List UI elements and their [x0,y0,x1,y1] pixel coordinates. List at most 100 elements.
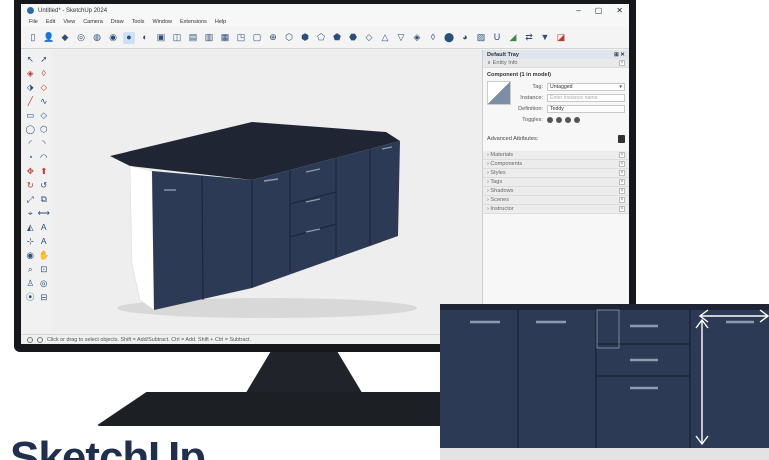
close-panel-icon[interactable]: × [619,170,625,176]
lasso-tool-icon[interactable]: ➚ [38,52,51,66]
scale-tool-icon[interactable]: ⤢ [24,192,37,206]
arc3-tool-icon[interactable]: ◠ [38,150,51,164]
entity-info-header[interactable]: ∨ Entity Info × [483,59,629,68]
credit-icon[interactable] [37,336,43,343]
tray-panel-styles[interactable]: › Styles × [483,169,629,178]
outer-shell-icon[interactable]: ⬡ [283,32,295,44]
pan-icon[interactable]: ◍ [91,32,103,44]
close-panel-icon[interactable]: × [619,179,625,185]
lock-toggle-icon[interactable] [556,116,562,123]
circle-tool-icon[interactable]: ◯ [24,122,37,136]
layout-icon[interactable]: ◢ [507,32,519,44]
close-panel-icon[interactable]: × [619,60,625,66]
menu-item-window[interactable]: Window [152,19,172,25]
send-icon[interactable]: ⇄ [523,32,535,44]
rotated-rect-icon[interactable]: ◇ [38,108,51,122]
subtract-icon[interactable]: ⬟ [331,32,343,44]
select-icon[interactable]: ◆ [59,32,71,44]
section-plane-icon[interactable]: ⊟ [38,290,51,304]
instance-input[interactable]: Enter instance name [547,93,625,102]
style-xray-icon[interactable]: ◐ [139,32,151,44]
shadow-cast-toggle-icon[interactable] [565,116,571,123]
maximize-button[interactable]: ▢ [595,6,603,15]
freehand-icon[interactable]: ∿ [38,94,51,108]
solid-tools-icon[interactable]: ⬤ [443,32,455,44]
account-icon[interactable]: 👤 [43,32,55,44]
shadow-receive-toggle-icon[interactable] [574,116,580,123]
paint-bucket-icon[interactable]: ◈ [24,66,37,80]
drape-icon[interactable]: ◊ [427,32,439,44]
close-panel-icon[interactable]: × [619,197,625,203]
3d-viewport[interactable] [52,50,482,333]
3dtext-tool-icon[interactable]: A [38,234,51,248]
tag-tool-icon[interactable]: ⬗ [24,80,37,94]
iso-view-icon[interactable]: ▣ [155,32,167,44]
bottom-view-icon[interactable]: ▢ [251,32,263,44]
menu-item-view[interactable]: View [63,19,75,25]
orbit-tool-icon[interactable]: ◉ [24,248,37,262]
menu-item-camera[interactable]: Camera [83,19,103,25]
back-view-icon[interactable]: ▦ [219,32,231,44]
zoom-tool-icon[interactable]: ⌕ [24,262,37,276]
close-panel-icon[interactable]: × [619,188,625,194]
trim-icon[interactable]: ⬣ [347,32,359,44]
lock-icon[interactable] [618,135,625,143]
top-view-icon[interactable]: ◫ [171,32,183,44]
close-button[interactable]: ✕ [616,6,623,15]
menu-item-help[interactable]: Help [215,19,226,25]
tray-panel-instructor[interactable]: › Instructor × [483,205,629,214]
eraser-alt-icon[interactable]: ◇ [38,80,51,94]
tag-select[interactable]: Untagged ▾ [547,82,625,91]
pie-tool-icon[interactable]: ◔ [24,150,37,164]
tray-pin-icon[interactable]: ⊞ ✕ [614,52,625,58]
warehouse-icon[interactable]: ◕ [459,32,471,44]
visibility-toggle-icon[interactable] [547,116,553,123]
menu-item-extensions[interactable]: Extensions [180,19,207,25]
protractor-icon[interactable]: ◭ [24,220,37,234]
ruby-icon[interactable]: U [491,32,503,44]
paint-icon[interactable]: ◉ [107,32,119,44]
polygon-tool-icon[interactable]: ⬡ [38,122,51,136]
terrain-icon[interactable]: ▽ [395,32,407,44]
split-icon[interactable]: ◇ [363,32,375,44]
offset-tool-icon[interactable]: ⧉ [38,192,51,206]
extension-icon[interactable]: ▨ [475,32,487,44]
close-panel-icon[interactable]: × [619,161,625,167]
walk-tool-icon[interactable]: ♙ [24,276,37,290]
style-shaded-icon[interactable]: ● [123,31,135,44]
close-panel-icon[interactable]: × [619,152,625,158]
arc2-tool-icon[interactable]: ◝ [38,136,51,150]
rotate-tool-icon[interactable]: ↻ [24,178,37,192]
text-tool-icon[interactable]: A [38,220,51,234]
stamp-icon[interactable]: ◈ [411,32,423,44]
section-icon[interactable]: ⊕ [267,32,279,44]
line-tool-icon[interactable]: ╱ [24,94,37,108]
position-camera-icon[interactable]: ⦿ [24,290,37,304]
sandbox-icon[interactable]: △ [379,32,391,44]
menu-item-edit[interactable]: Edit [46,19,55,25]
menu-item-draw[interactable]: Draw [111,19,124,25]
tray-panel-shadows[interactable]: › Shadows × [483,187,629,196]
tape-tool-icon[interactable]: ⌖ [24,206,37,220]
pan-tool-icon[interactable]: ✋ [38,248,51,262]
menu-item-tools[interactable]: Tools [132,19,145,25]
union-icon[interactable]: ⬠ [315,32,327,44]
axes-tool-icon[interactable]: ⊹ [24,234,37,248]
zoom-window-icon[interactable]: ⊡ [38,262,51,276]
intersect-icon[interactable]: ⬢ [299,32,311,44]
orbit-icon[interactable]: ◎ [75,32,87,44]
dimension-tool-icon[interactable]: ⟷ [38,206,51,220]
tray-panel-materials[interactable]: › Materials × [483,151,629,160]
menu-item-file[interactable]: File [29,19,38,25]
definition-input[interactable]: Teddy [547,104,625,113]
select-tool-icon[interactable]: ↖ [24,52,37,66]
move-tool-icon[interactable]: ✥ [24,164,37,178]
followme-tool-icon[interactable]: ↺ [38,178,51,192]
ruby-console-icon[interactable]: ◪ [555,32,567,44]
arc-tool-icon[interactable]: ◜ [24,136,37,150]
eraser-icon[interactable]: ◊ [38,66,51,80]
advanced-attributes[interactable]: Advanced Attributes: [483,125,629,151]
tray-panel-components[interactable]: › Components × [483,160,629,169]
rectangle-tool-icon[interactable]: ▭ [24,108,37,122]
tray-panel-tags[interactable]: › Tags × [483,178,629,187]
